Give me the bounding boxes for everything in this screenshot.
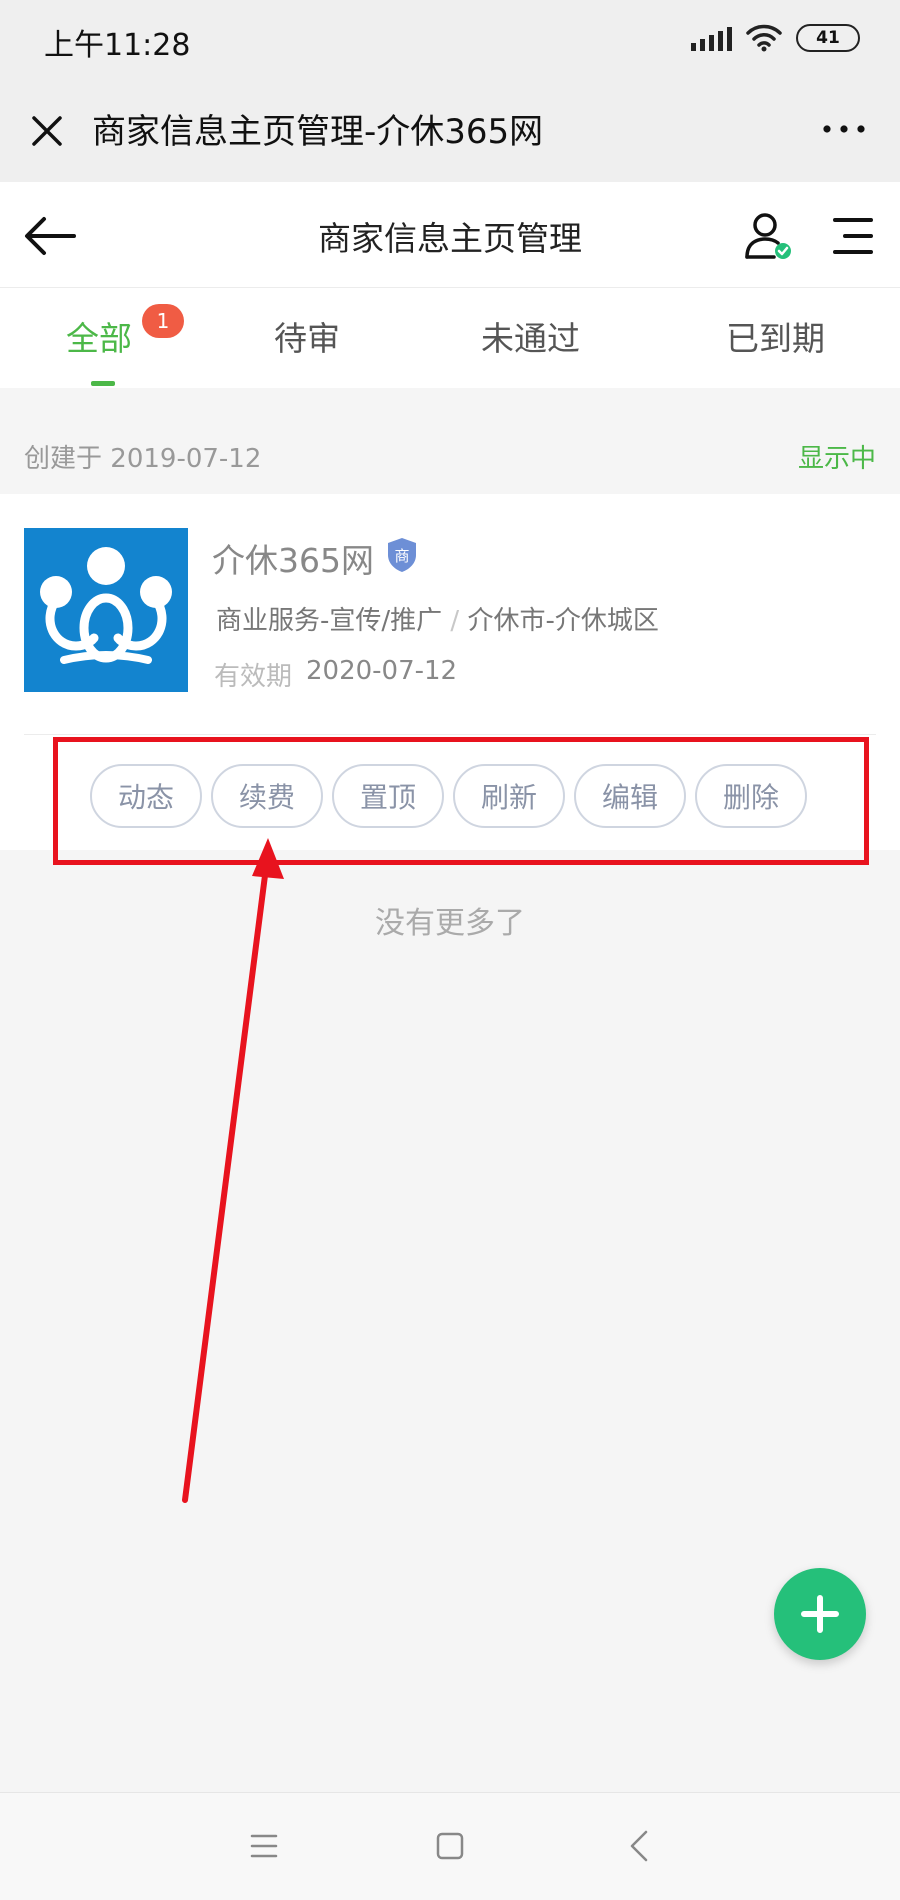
annotation-arrow	[182, 838, 284, 1503]
no-more-text: 没有更多了	[375, 906, 525, 941]
plus-icon	[801, 1595, 839, 1633]
nav-home-icon[interactable]	[430, 1826, 470, 1866]
nav-recents-icon[interactable]	[244, 1826, 284, 1866]
nav-back-icon[interactable]	[620, 1826, 660, 1866]
add-listing-button[interactable]	[774, 1568, 866, 1660]
